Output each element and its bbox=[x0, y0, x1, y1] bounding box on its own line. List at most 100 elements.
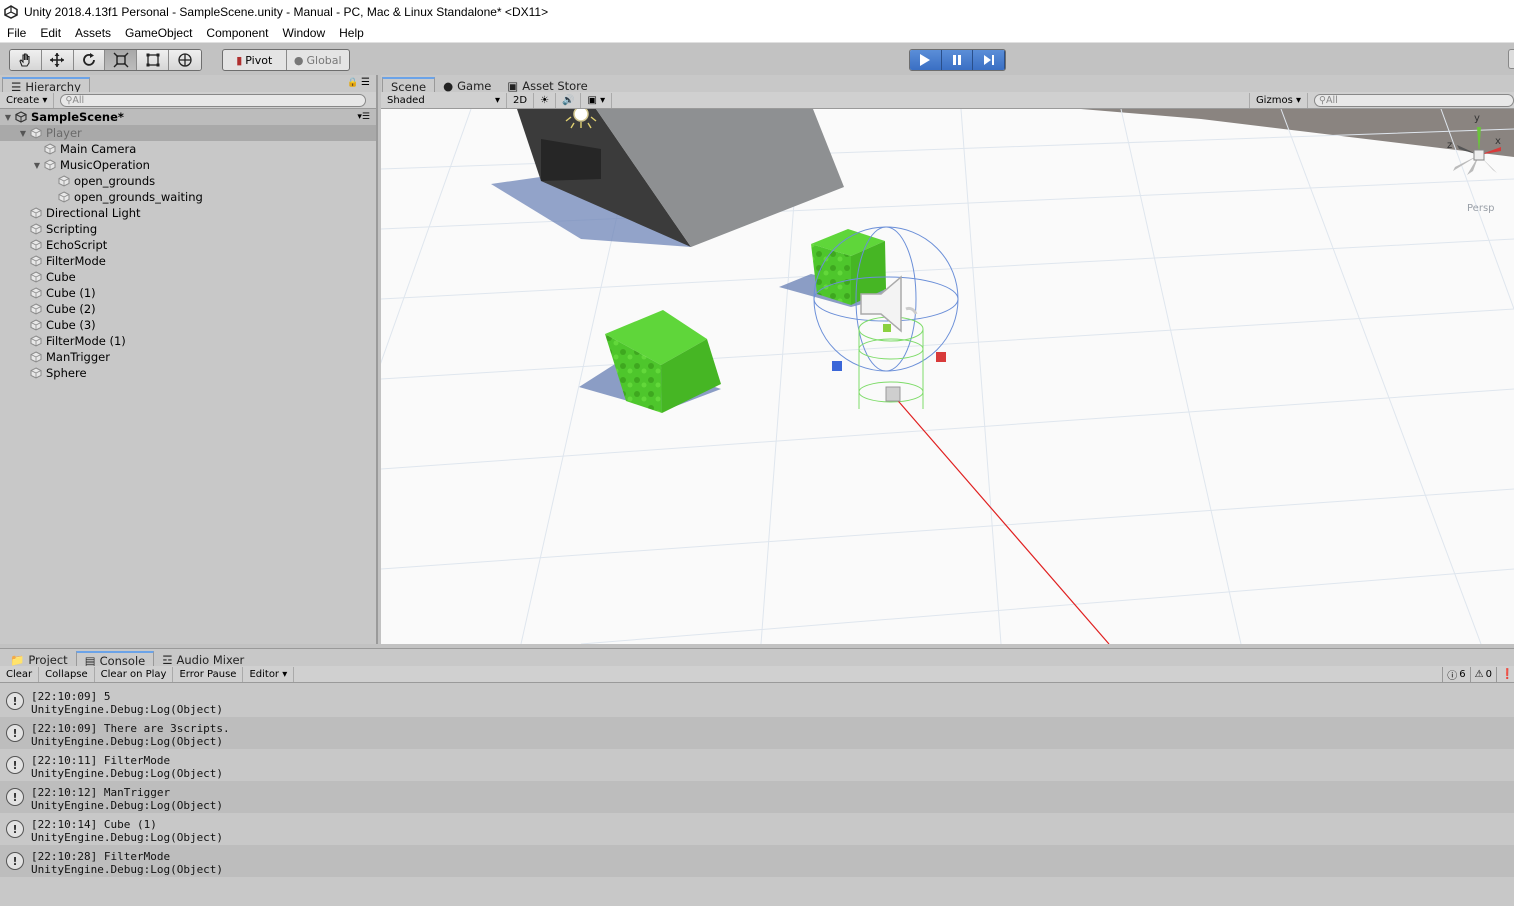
rotate-tool-button[interactable] bbox=[73, 50, 106, 70]
log-text: [22:10:09] 5 UnityEngine.Debug:Log(Object… bbox=[31, 690, 223, 716]
hierarchy-item[interactable]: Cube (2) bbox=[0, 301, 376, 317]
hand-tool-button[interactable] bbox=[10, 50, 42, 70]
hierarchy-item[interactable]: Main Camera bbox=[0, 141, 376, 157]
console-log-entry[interactable]: ! [22:10:09] There are 3scripts. UnityEngi… bbox=[0, 717, 1514, 749]
hierarchy-item[interactable]: Scripting bbox=[0, 221, 376, 237]
editor-dropdown[interactable]: Editor ▾ bbox=[243, 666, 295, 682]
menu-window[interactable]: Window bbox=[275, 26, 332, 40]
mixer-icon: ☲ bbox=[162, 652, 173, 667]
hierarchy-item[interactable]: ▼ Player bbox=[0, 125, 376, 141]
hierarchy-item[interactable]: Directional Light bbox=[0, 205, 376, 221]
gizmos-dropdown[interactable]: Gizmos ▾ bbox=[1248, 92, 1308, 108]
scale-center-handle[interactable] bbox=[885, 386, 901, 402]
scene-root-row[interactable]: ▼ SampleScene* ▾☰ bbox=[0, 109, 376, 125]
console-log-entry[interactable]: ! [22:10:14] Cube (1) UnityEngine.Debug:Lo… bbox=[0, 813, 1514, 845]
info-icon: ! bbox=[6, 852, 24, 870]
info-icon: ! bbox=[6, 820, 24, 838]
gameobject-icon bbox=[30, 303, 42, 315]
create-label: Create bbox=[6, 94, 40, 106]
move-tool-button[interactable] bbox=[41, 50, 74, 70]
collapse-label: Collapse bbox=[45, 668, 88, 680]
warning-count: 0 bbox=[1485, 668, 1492, 680]
lock-icon[interactable]: 🔒 bbox=[347, 78, 358, 88]
hierarchy-item[interactable]: Cube (3) bbox=[0, 317, 376, 333]
transform-icon bbox=[178, 53, 192, 67]
x-scale-handle[interactable] bbox=[936, 352, 946, 362]
scene-viewport[interactable]: y x z Persp bbox=[381, 109, 1514, 644]
sun-icon: ☀ bbox=[540, 94, 550, 106]
gameobject-icon bbox=[30, 255, 42, 267]
clear-on-play-button[interactable]: Clear on Play bbox=[95, 666, 174, 682]
hierarchy-item-label: Main Camera bbox=[60, 142, 137, 156]
expand-arrow-icon[interactable]: ▼ bbox=[18, 129, 28, 138]
warning-count-toggle[interactable]: ⚠ 0 bbox=[1469, 666, 1496, 682]
log-stacktrace: UnityEngine.Debug:Log(Object) bbox=[31, 767, 224, 780]
audio-toggle[interactable]: 🔊 bbox=[556, 92, 582, 108]
global-label: Global bbox=[306, 53, 342, 67]
gameobject-icon bbox=[44, 143, 56, 155]
play-button[interactable] bbox=[910, 50, 942, 70]
image-icon: ▣ bbox=[587, 94, 597, 106]
z-scale-handle[interactable] bbox=[832, 361, 842, 371]
lighting-toggle[interactable]: ☀ bbox=[534, 92, 557, 108]
gameobject-icon bbox=[30, 207, 42, 219]
expand-arrow-icon[interactable]: ▼ bbox=[3, 113, 13, 122]
clear-button[interactable]: Clear bbox=[0, 666, 40, 682]
scene-menu-icon[interactable]: ▾☰ bbox=[357, 112, 370, 122]
hierarchy-item[interactable]: ▼ MusicOperation bbox=[0, 157, 376, 173]
editor-label: Editor bbox=[249, 668, 280, 680]
expand-arrow-icon[interactable]: ▼ bbox=[32, 161, 42, 170]
menu-component[interactable]: Component bbox=[199, 26, 275, 40]
step-icon bbox=[983, 55, 994, 65]
step-button[interactable] bbox=[973, 50, 1005, 70]
menu-gameobject[interactable]: GameObject bbox=[118, 26, 199, 40]
console-log-entry[interactable]: ! [22:10:28] FilterMode UnityEngine.Debug:… bbox=[0, 845, 1514, 877]
gameobject-icon bbox=[30, 319, 42, 331]
pivot-label: Pivot bbox=[245, 53, 273, 67]
pivot-button[interactable]: ▮ Pivot bbox=[223, 50, 287, 70]
gameobject-icon bbox=[30, 335, 42, 347]
info-icon: ! bbox=[6, 756, 24, 774]
menu-assets[interactable]: Assets bbox=[68, 26, 118, 40]
clear-on-play-label: Clear on Play bbox=[100, 668, 167, 680]
menu-file[interactable]: File bbox=[0, 26, 33, 40]
play-icon bbox=[920, 54, 931, 66]
panel-menu-icon[interactable]: ☰ bbox=[361, 77, 370, 88]
hierarchy-search-input[interactable]: ⚲ All bbox=[60, 93, 367, 107]
rect-tool-button[interactable] bbox=[137, 50, 170, 70]
pause-button[interactable] bbox=[941, 50, 974, 70]
error-count-toggle[interactable]: ❗ bbox=[1496, 666, 1514, 682]
rotate-icon bbox=[83, 53, 95, 66]
transform-tool-button[interactable] bbox=[169, 50, 201, 70]
console-log-entry[interactable]: ! [22:10:11] FilterMode UnityEngine.Debug:… bbox=[0, 749, 1514, 781]
dropdown-arrow-icon: ▾ bbox=[494, 94, 500, 106]
hierarchy-toolbar: Create ▾ ⚲ All bbox=[0, 92, 376, 109]
hierarchy-item[interactable]: Sphere bbox=[0, 365, 376, 381]
shading-dropdown[interactable]: Shaded ▾ bbox=[381, 92, 507, 108]
2d-toggle[interactable]: 2D bbox=[507, 92, 535, 108]
menu-help[interactable]: Help bbox=[332, 26, 371, 40]
info-count-toggle[interactable]: ⓘ 6 bbox=[1442, 666, 1469, 682]
console-log-entry[interactable]: ! [22:10:09] 5 UnityEngine.Debug:Log(Objec… bbox=[0, 685, 1514, 717]
hierarchy-item[interactable]: open_grounds_waiting bbox=[0, 189, 376, 205]
log-message: [22:10:14] Cube (1) bbox=[31, 818, 157, 831]
console-log-entry[interactable]: ! [22:10:12] ManTrigger UnityEngine.Debug:… bbox=[0, 781, 1514, 813]
perspective-label[interactable]: Persp bbox=[1467, 203, 1495, 214]
create-dropdown[interactable]: Create ▾ bbox=[0, 92, 55, 108]
error-pause-button[interactable]: Error Pause bbox=[173, 666, 244, 682]
scene-search-input[interactable]: ⚲ All bbox=[1314, 93, 1514, 107]
collapse-button[interactable]: Collapse bbox=[39, 666, 95, 682]
global-button[interactable]: ● Global bbox=[287, 50, 350, 70]
hierarchy-item[interactable]: ManTrigger bbox=[0, 349, 376, 365]
menu-edit[interactable]: Edit bbox=[33, 26, 68, 40]
hierarchy-item[interactable]: Cube (1) bbox=[0, 285, 376, 301]
hierarchy-item[interactable]: open_grounds bbox=[0, 173, 376, 189]
scale-tool-button[interactable] bbox=[105, 50, 138, 70]
hierarchy-item[interactable]: FilterMode (1) bbox=[0, 333, 376, 349]
hierarchy-item[interactable]: Cube bbox=[0, 269, 376, 285]
hierarchy-item[interactable]: FilterMode bbox=[0, 253, 376, 269]
hierarchy-item[interactable]: EchoScript bbox=[0, 237, 376, 253]
orientation-gizmo-icon[interactable] bbox=[1447, 115, 1513, 190]
log-text: [22:10:09] There are 3scripts. UnityEngin… bbox=[31, 722, 230, 748]
effects-dropdown[interactable]: ▣ ▾ bbox=[581, 92, 613, 108]
